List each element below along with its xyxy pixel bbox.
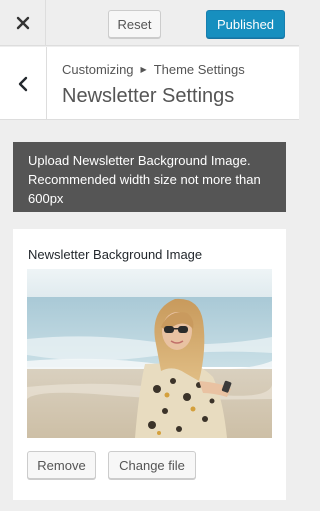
background-image-preview xyxy=(27,269,272,438)
notice-text: Upload Newsletter Background Image. Reco… xyxy=(28,153,261,206)
change-file-button[interactable]: Change file xyxy=(108,451,196,479)
publish-button[interactable]: Published xyxy=(206,10,285,38)
breadcrumb-parent: Theme Settings xyxy=(153,62,245,77)
reset-button[interactable]: Reset xyxy=(108,10,161,38)
image-control-card: Newsletter Background Image Remove Chang… xyxy=(13,229,286,500)
page-title: Newsletter Settings xyxy=(62,85,235,107)
breadcrumb-root: Customizing xyxy=(62,62,134,77)
beach-photo xyxy=(27,269,272,438)
upload-notice: Upload Newsletter Background Image. Reco… xyxy=(13,142,286,212)
customizer-topbar: Reset Published xyxy=(0,0,299,46)
close-icon xyxy=(16,16,29,30)
control-title: Newsletter Background Image xyxy=(28,247,203,262)
remove-image-button[interactable]: Remove xyxy=(27,451,96,479)
close-customizer-button[interactable] xyxy=(0,0,46,46)
triangle-right-icon: ▶ xyxy=(140,65,147,74)
section-header: Customizing ▶ Theme Settings Newsletter … xyxy=(0,47,299,120)
breadcrumb: Customizing ▶ Theme Settings xyxy=(62,62,245,77)
back-button[interactable] xyxy=(0,47,47,120)
chevron-left-icon xyxy=(18,76,28,91)
